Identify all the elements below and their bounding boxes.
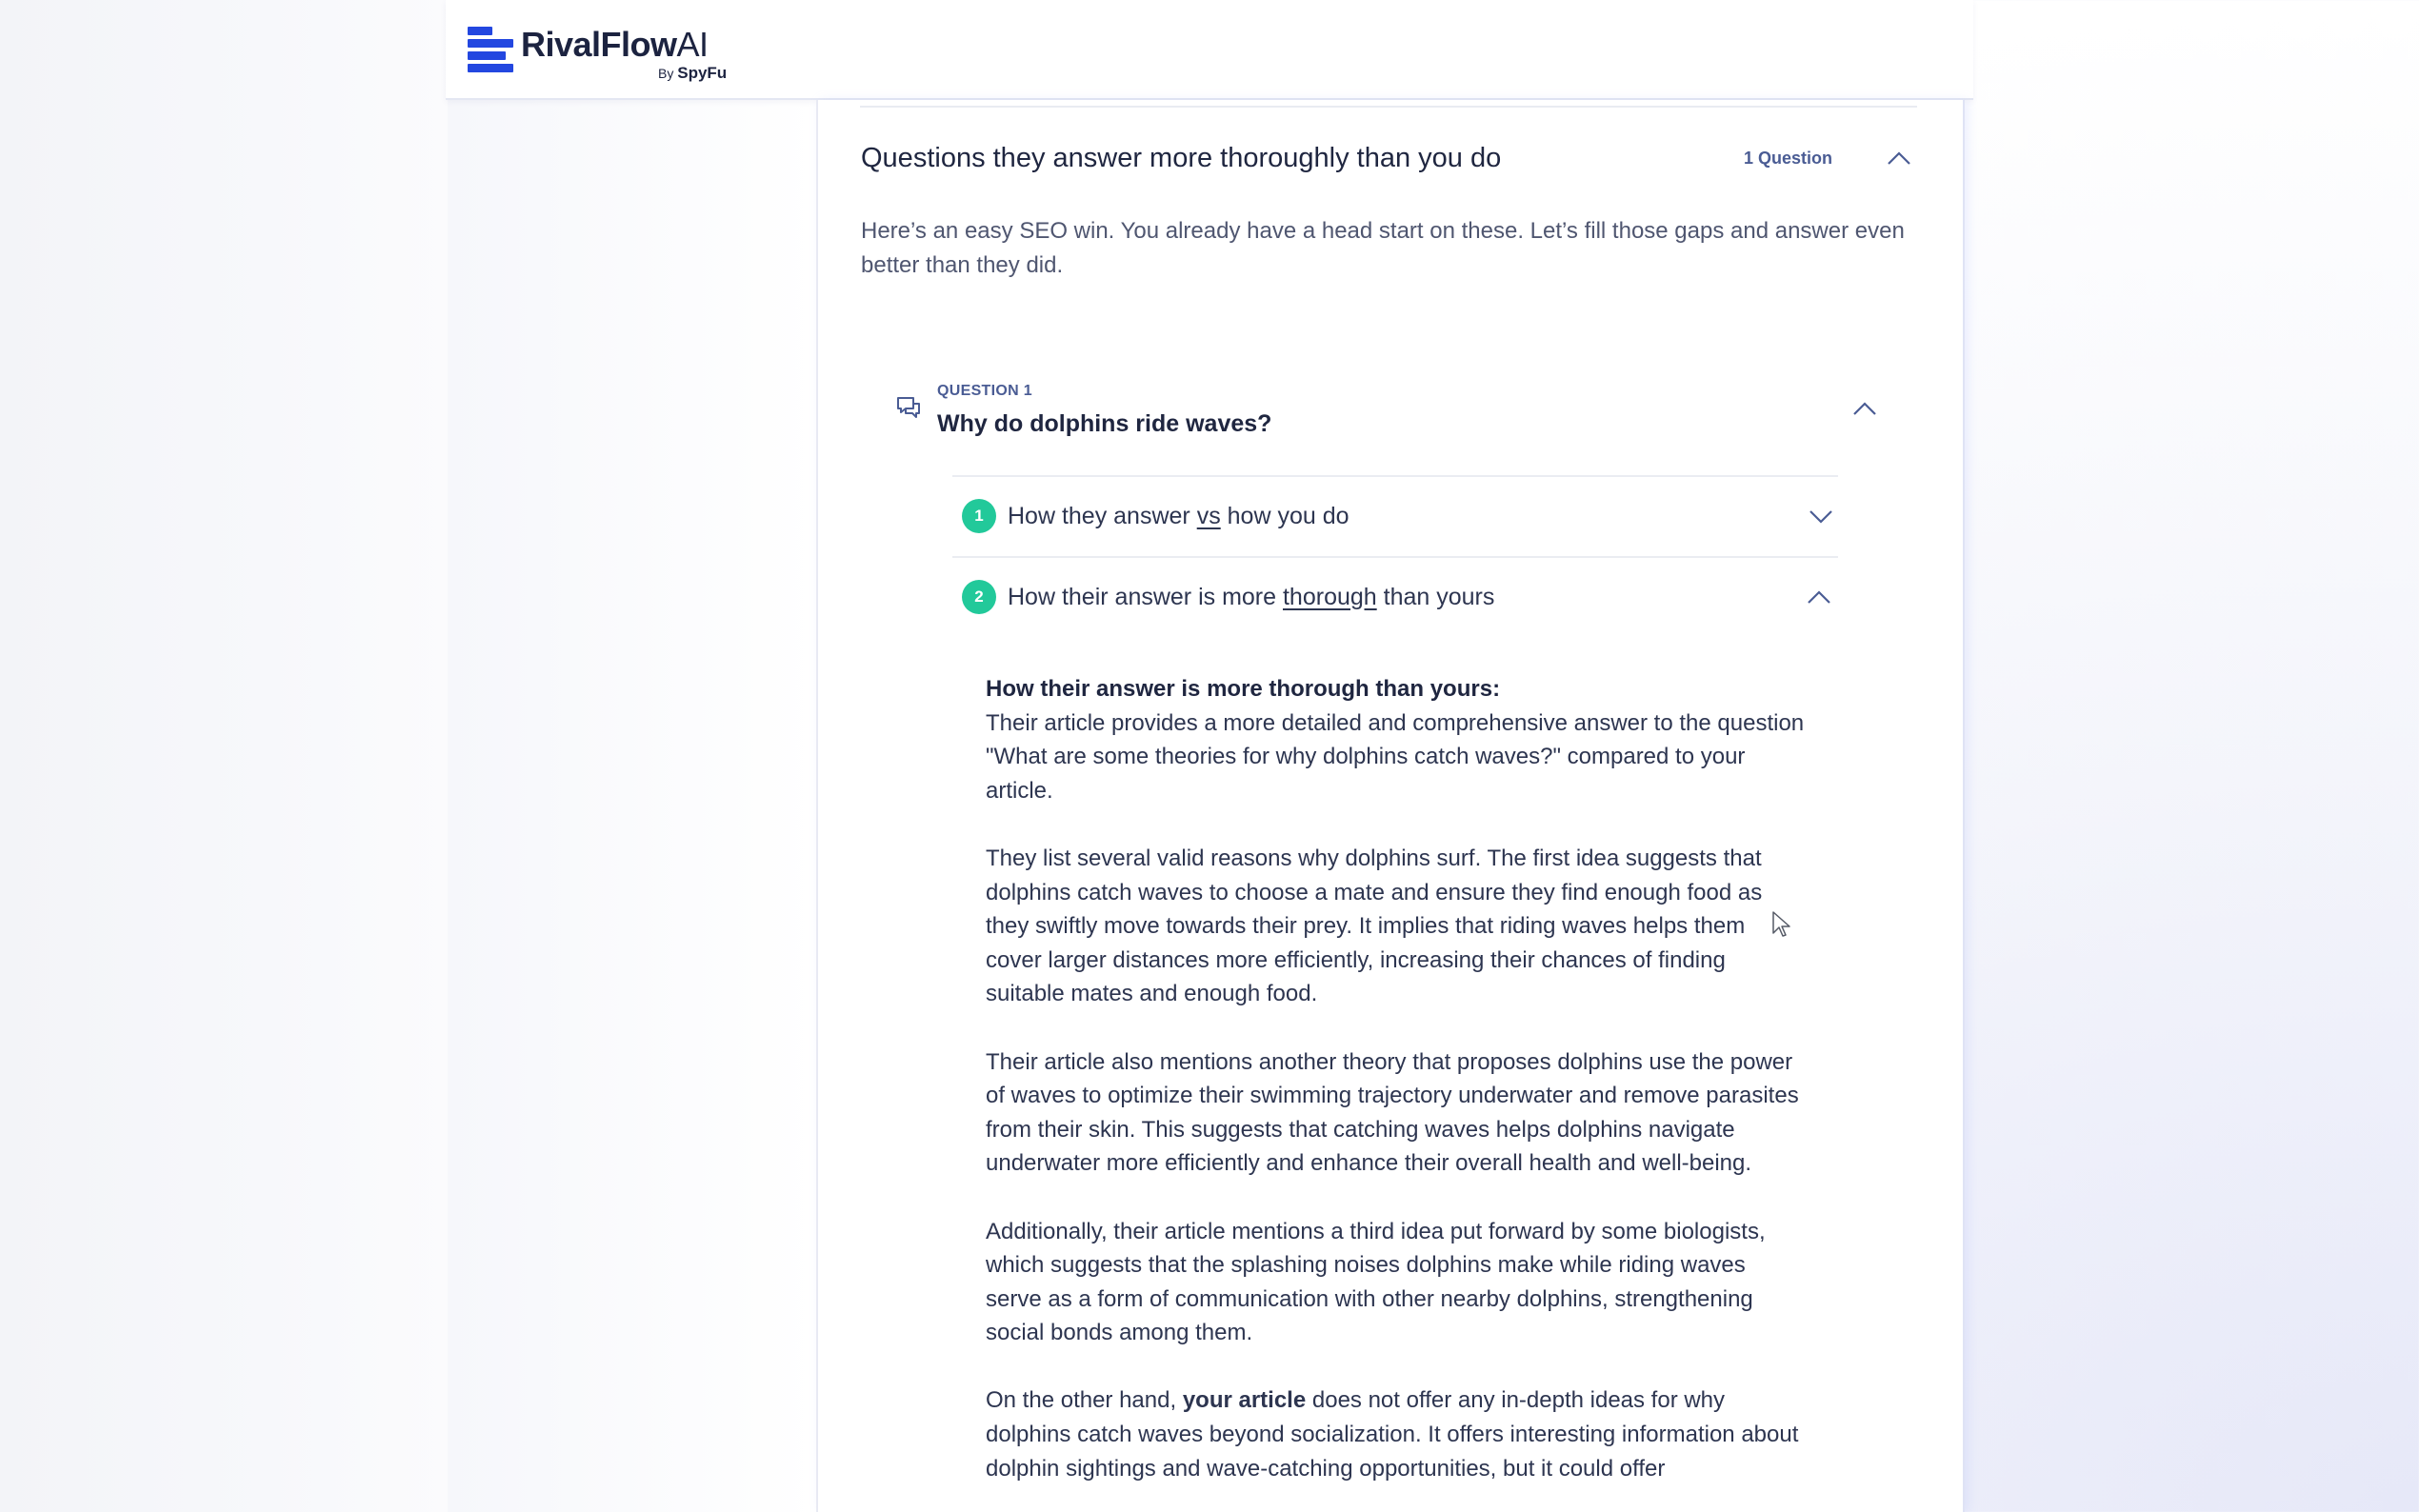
logo-byline: By SpyFu — [658, 64, 728, 82]
question-count: 1 Question — [1744, 149, 1833, 168]
subsection-label: How they answer vs how you do — [1008, 502, 1349, 529]
app-header: RivalFlowAI By SpyFu — [446, 0, 1973, 100]
section-intro: Here’s an easy SEO win. You already have… — [861, 218, 1905, 278]
logo-wordmark: RivalFlowAI — [521, 25, 709, 64]
subsection-more-thorough[interactable]: 2 How their answer is more thorough than… — [962, 580, 1494, 614]
logo-mark-icon — [468, 27, 513, 72]
mouse-cursor-icon — [1771, 910, 1792, 939]
answer-paragraph: Their article provides a more detailed a… — [986, 709, 1805, 804]
subsection-answer-vs-yours[interactable]: 1 How they answer vs how you do — [962, 499, 1349, 533]
section-title: Questions they answer more thoroughly th… — [861, 143, 1502, 173]
answer-paragraph: Additionally, their article mentions a t… — [986, 1218, 1766, 1346]
answer-paragraph: Their article also mentions another theo… — [986, 1048, 1799, 1177]
step-number-badge: 2 — [962, 580, 996, 614]
question-label: QUESTION 1 — [937, 383, 1032, 399]
section-collapse-chevron-up-icon[interactable] — [1886, 149, 1912, 167]
collapse-chevron-up-icon[interactable] — [1806, 588, 1832, 606]
expand-chevron-down-icon[interactable] — [1808, 508, 1834, 526]
divider — [952, 475, 1838, 477]
question-text[interactable]: Why do dolphins ride waves? — [937, 410, 1271, 438]
chat-bubbles-icon — [895, 394, 922, 421]
answer-body: How their answer is more thorough than y… — [986, 672, 1805, 1512]
answer-heading: How their answer is more thorough than y… — [986, 676, 1501, 702]
rivalflow-logo[interactable]: RivalFlowAI By SpyFu — [468, 24, 727, 82]
divider — [952, 556, 1838, 558]
step-number-badge: 1 — [962, 499, 996, 533]
page-background — [0, 0, 448, 1512]
subsection-label: How their answer is more thorough than y… — [1008, 583, 1495, 610]
answer-paragraph: On the other hand, your article does not… — [986, 1387, 1799, 1482]
divider — [860, 106, 1917, 108]
left-sidebar-panel — [448, 100, 816, 1512]
answer-paragraph: They list several valid reasons why dolp… — [986, 845, 1763, 1007]
question-collapse-chevron-up-icon[interactable] — [1851, 400, 1878, 417]
